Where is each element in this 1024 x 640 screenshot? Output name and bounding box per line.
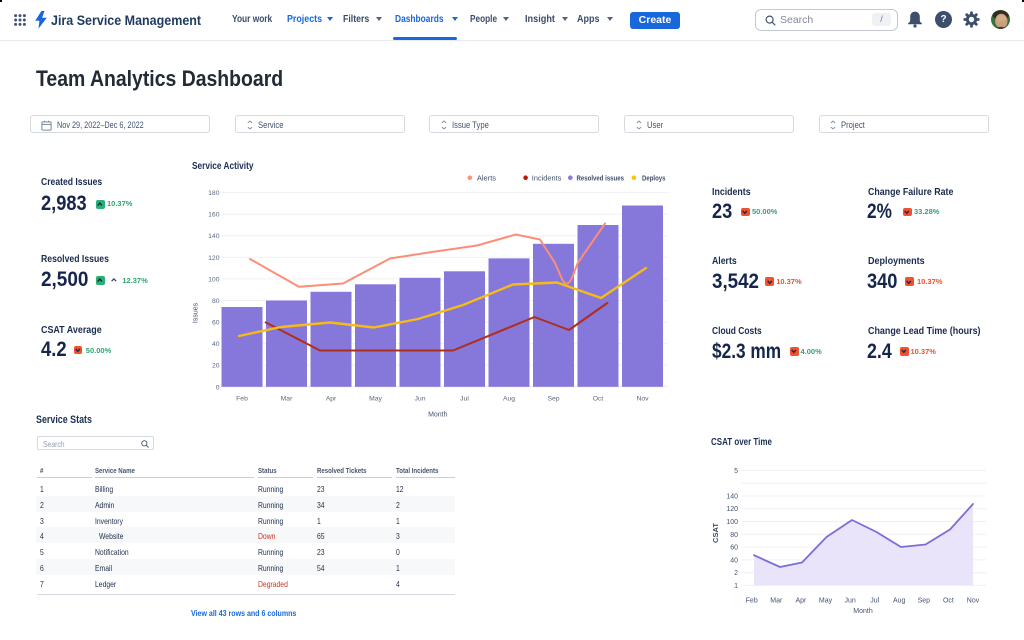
svg-text:Nov: Nov	[636, 396, 649, 403]
svg-text:120: 120	[208, 255, 220, 262]
svg-text:160: 160	[208, 212, 220, 219]
svg-text:Oct: Oct	[943, 597, 954, 604]
svg-text:Aug: Aug	[503, 396, 515, 403]
svg-text:Resolved issues: Resolved issues	[577, 173, 625, 182]
svg-text:Nov: Nov	[967, 597, 980, 604]
svg-text:Feb: Feb	[236, 396, 248, 403]
svg-text:100: 100	[726, 519, 738, 526]
svg-text:5: 5	[734, 468, 738, 475]
svg-text:140: 140	[726, 494, 738, 501]
svg-text:Sep: Sep	[547, 396, 559, 403]
svg-text:Incidents: Incidents	[532, 173, 562, 182]
svg-text:Deploys: Deploys	[642, 173, 666, 182]
svg-text:CSAT: CSAT	[711, 523, 720, 543]
svg-text:140: 140	[208, 233, 220, 240]
svg-text:40: 40	[212, 341, 220, 348]
svg-text:Jun: Jun	[844, 597, 855, 604]
svg-text:80: 80	[212, 298, 220, 305]
svg-text:May: May	[819, 597, 833, 604]
svg-text:Alerts: Alerts	[477, 173, 496, 182]
svg-text:2: 2	[734, 570, 738, 577]
svg-text:Oct: Oct	[593, 396, 604, 403]
svg-text:40: 40	[730, 557, 738, 564]
svg-text:20: 20	[212, 363, 220, 370]
svg-text:Month: Month	[428, 412, 448, 419]
svg-text:Apr: Apr	[326, 396, 337, 403]
svg-text:Mar: Mar	[281, 396, 293, 403]
svg-text:Jul: Jul	[870, 597, 879, 604]
svg-text:Mar: Mar	[770, 597, 783, 604]
svg-text:Jul: Jul	[460, 396, 469, 403]
svg-text:Apr: Apr	[795, 597, 807, 604]
svg-text:120: 120	[726, 506, 738, 513]
svg-text:Issues: Issues	[193, 302, 200, 323]
svg-text:180: 180	[208, 190, 220, 197]
svg-text:80: 80	[730, 532, 738, 539]
svg-text:Aug: Aug	[893, 597, 906, 604]
svg-text:Sep: Sep	[918, 597, 931, 604]
svg-text:Feb: Feb	[746, 597, 758, 604]
svg-text:1: 1	[734, 583, 738, 590]
svg-text:100: 100	[208, 276, 220, 283]
svg-text:May: May	[369, 396, 382, 403]
svg-text:Month: Month	[853, 608, 873, 615]
svg-text:0: 0	[216, 384, 220, 391]
svg-text:60: 60	[730, 545, 738, 552]
svg-text:Jun: Jun	[415, 396, 426, 403]
svg-text:60: 60	[212, 320, 220, 327]
